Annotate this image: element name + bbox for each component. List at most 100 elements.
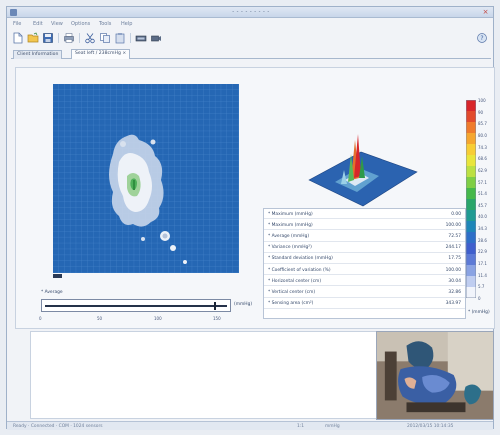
color-scale-label: 11.4 [478,272,487,278]
stat-row: * Coefficient of variation (%) 100.00 [264,266,465,276]
slider-tick: 0 [39,316,42,321]
color-scale-band [466,276,476,288]
close-icon[interactable]: × [481,9,490,16]
camera-view[interactable] [376,331,494,420]
app-icon [10,9,17,16]
stat-value: 30.04 [448,278,461,284]
color-scale-label: 57.1 [478,179,487,185]
stat-label: * Vertical center (cm) [268,289,316,295]
menu-help[interactable]: Help [121,21,132,27]
measurement-panel: * Maximum (mmHg) 0.00 * Maximum (mmHg) 1… [15,67,495,329]
help-icon[interactable]: ? [475,31,489,44]
status-unit: mmHg [325,424,340,429]
slider-tick: 150 [213,316,221,321]
window-title: - - - - - - - - - [232,9,270,15]
average-slider[interactable] [41,299,231,312]
toolbar: ? [7,29,493,47]
color-scale-label: 62.9 [478,167,487,173]
stat-label: * Horizontal center (cm) [268,278,322,284]
stat-value: 343.97 [445,301,461,307]
color-scale-label: 28.6 [478,237,487,243]
stat-label: * Average (mmHg) [268,233,310,239]
color-scale-label: 40.0 [478,214,487,220]
color-scale-band [466,177,476,189]
color-scale-label: 68.6 [478,156,487,162]
menu-file[interactable]: File [13,21,21,27]
color-scale-label: 45.7 [478,202,487,208]
pressure-3d-plot[interactable] [301,130,426,210]
stat-value: 244.17 [445,245,461,251]
color-scale-label: 74.3 [478,144,487,150]
color-scale-band [466,166,476,178]
slider-line [45,305,227,307]
stat-label: * Variance (mmHg²) [268,245,312,251]
color-scale-band [466,210,476,222]
copy-icon[interactable] [98,31,112,44]
status-text: Ready · Connected · COM · 1024 sensors [13,424,103,429]
status-bar: Ready · Connected · COM · 1024 sensors 1… [7,421,493,430]
slider-unit: (mmHg) [234,302,253,307]
stat-row: * Average (mmHg) 72.57 [264,232,465,242]
record-icon[interactable] [149,31,163,44]
stat-row: * Horizontal center (cm) 30.04 [264,277,465,287]
stat-value: 0.00 [451,211,461,217]
notes-panel[interactable] [30,331,378,419]
new-icon[interactable] [11,31,25,44]
stat-label: * Maximum (mmHg) [268,211,313,217]
toolbar-separator [130,33,131,43]
slider-tick: 100 [154,316,162,321]
color-scale-band [466,199,476,211]
stat-label: * Sensing area (cm²) [268,301,314,307]
toolbar-separator [79,33,80,43]
open-icon[interactable] [26,31,40,44]
pressure-heatmap[interactable] [53,84,239,273]
color-scale-band [466,232,476,244]
color-scale-label: 34.3 [478,226,487,232]
color-scale-band [466,221,476,233]
tab-client-information[interactable]: Client Information [13,50,63,59]
average-label: * Average [41,290,63,295]
position-marker [53,274,62,278]
color-scale-label: 51.4 [478,191,487,197]
stat-value: 100.00 [445,222,461,228]
slider-tick: 50 [97,316,103,321]
save-icon[interactable] [41,31,55,44]
color-scale-band [466,243,476,255]
menu-options[interactable]: Options [71,21,90,27]
stat-label: * Maximum (mmHg) [268,222,313,228]
stat-row: * Vertical center (cm) 32.86 [264,288,465,298]
color-scale-band [466,265,476,277]
svg-text:?: ? [480,35,483,42]
print-icon[interactable] [62,31,76,44]
color-scale-band [466,155,476,167]
menu-view[interactable]: View [51,21,63,27]
color-scale-label: 5.7 [478,284,485,290]
color-scale-band [466,133,476,145]
color-scale-band [466,144,476,156]
menu-tools[interactable]: Tools [99,21,111,27]
stat-value: 17.75 [448,256,461,262]
slider-thumb[interactable] [214,302,217,310]
paste-icon[interactable] [113,31,127,44]
stat-value: 32.86 [448,289,461,295]
stat-row: * Variance (mmHg²) 244.17 [264,244,465,253]
stat-row: * Sensing area (cm²) 343.97 [264,300,465,309]
color-scale-band [466,188,476,200]
stat-label: * Standard deviation (mmHg) [268,256,333,262]
stat-value: 72.57 [448,233,461,239]
color-scale-label: 0 [478,296,481,301]
color-scale-label: 80.0 [478,132,487,138]
stat-row: * Maximum (mmHg) 100.00 [264,221,465,231]
color-scale-label: 22.9 [478,249,487,255]
stat-value: 100.00 [445,267,461,273]
pressure-color-scale [466,100,476,298]
stat-row: * Maximum (mmHg) 0.00 [264,210,465,220]
color-scale-band [466,100,476,112]
color-scale-band [466,287,476,298]
cut-icon[interactable] [83,31,97,44]
tab-seat-measurement[interactable]: Seat left / 238cmHg × [71,49,131,59]
app-window: - - - - - - - - - × File Edit View Optio… [6,6,495,430]
device-icon[interactable] [134,31,148,44]
menu-edit[interactable]: Edit [33,21,43,27]
menu-bar: File Edit View Options Tools Help [7,19,493,28]
